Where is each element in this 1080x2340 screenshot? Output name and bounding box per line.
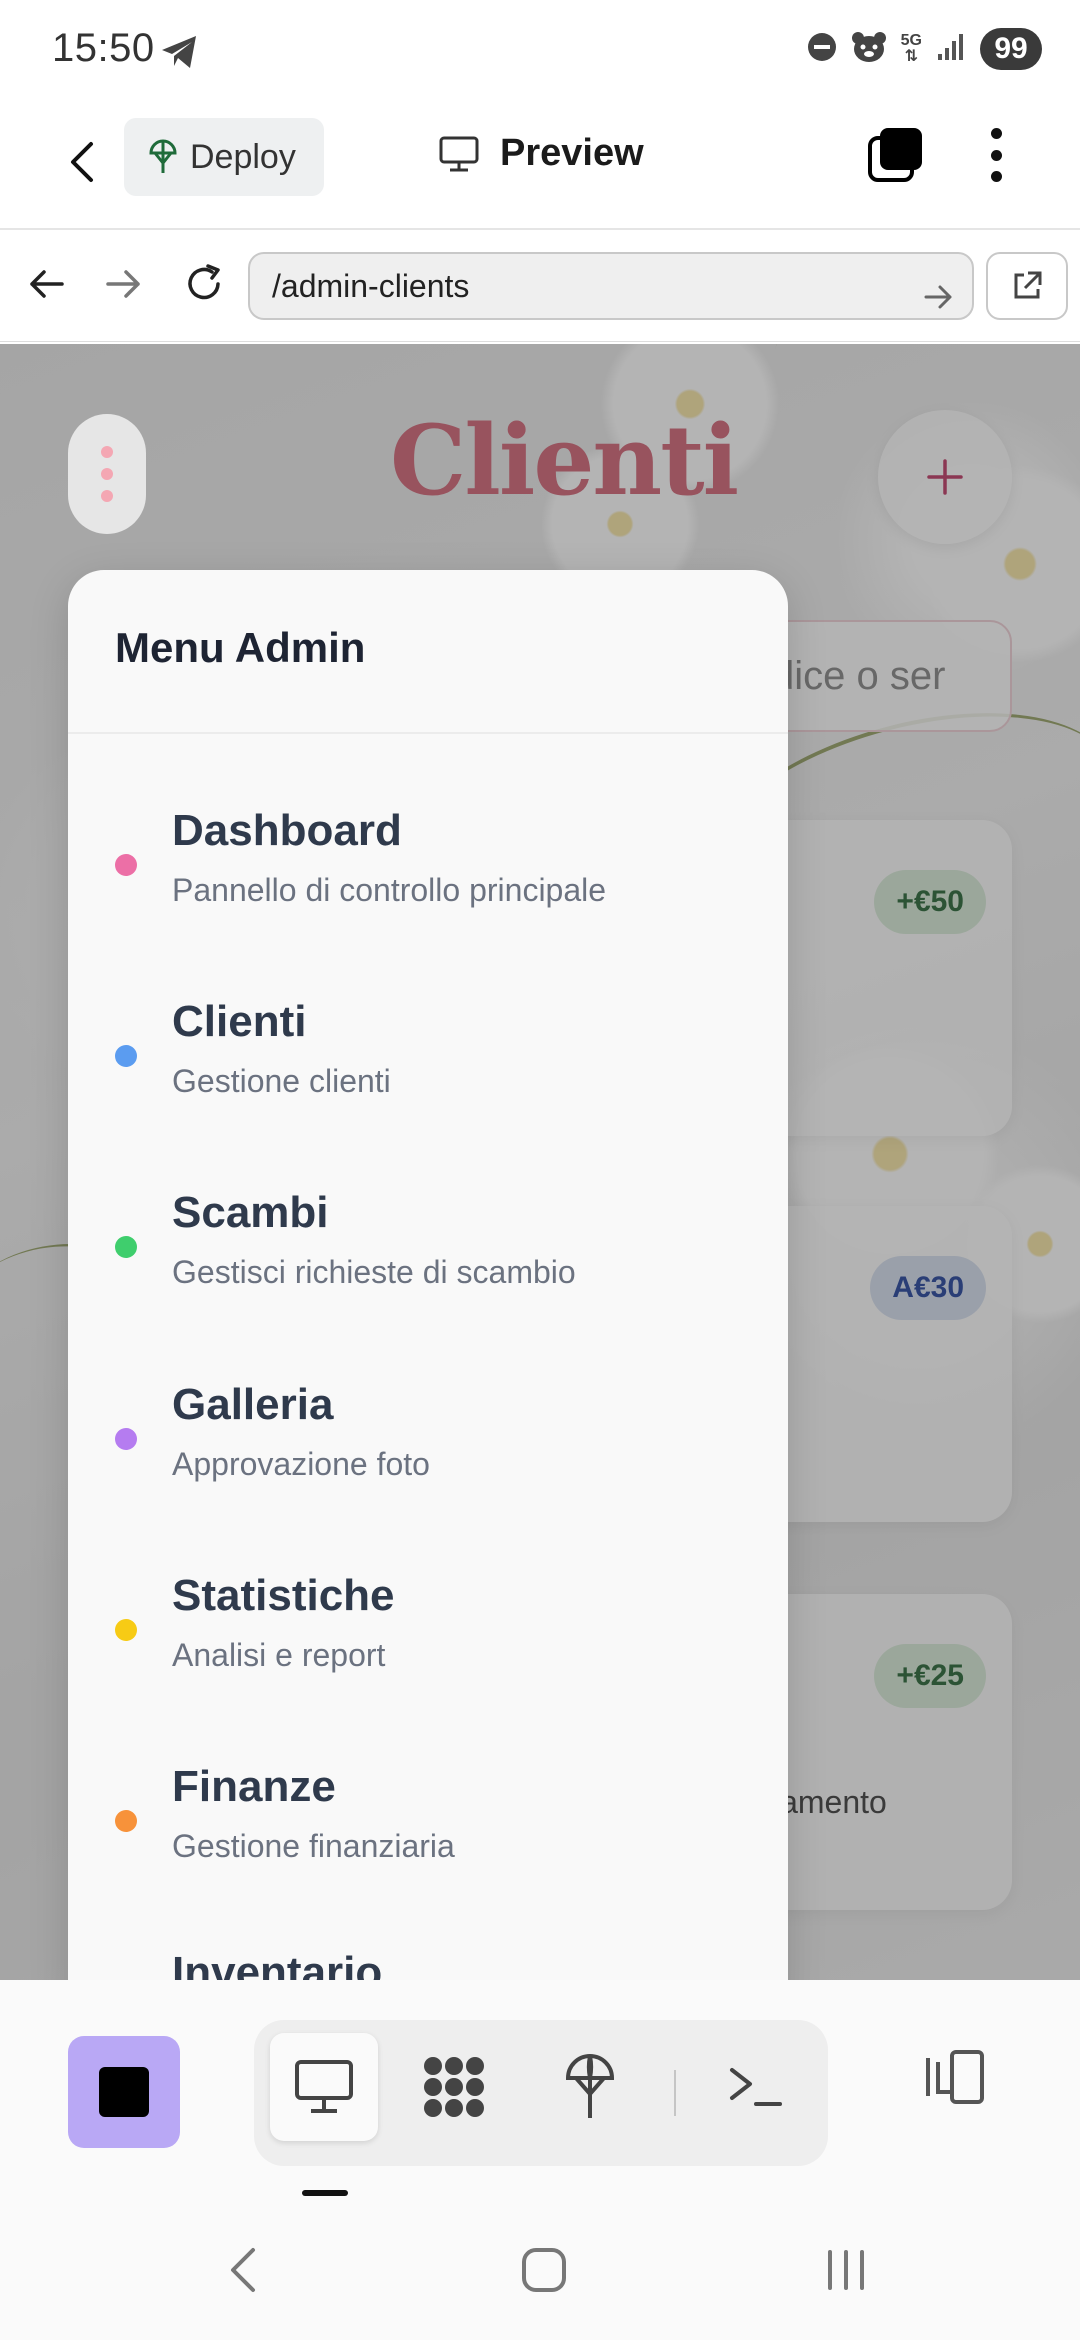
battery-indicator: 99 [980,28,1042,70]
more-options-button[interactable] [968,122,1024,188]
menu-item-dot [115,854,137,876]
tabs-button[interactable] [866,126,924,184]
stop-button[interactable] [68,2036,180,2148]
system-recents-icon [828,2250,864,2290]
menu-toggle-button[interactable] [68,414,146,534]
dnd-icon [807,32,837,67]
integrations-tool-button[interactable] [400,2033,508,2141]
menu-item-galleria[interactable]: Galleria Approvazione foto [68,1360,788,1510]
menu-item-finanze[interactable]: Finanze Gestione finanziaria [68,1742,788,1892]
menu-item-desc: Gestione clienti [172,1063,391,1099]
app-header: Deploy Preview [0,100,1080,230]
menu-item-clienti[interactable]: Clienti Gestione clienti [68,977,788,1127]
signal-icon [936,32,966,67]
chevron-left-icon [71,142,93,182]
menu-item-label: Statistiche [172,1571,395,1620]
tabs-icon [868,128,922,182]
status-time: 15:50 [52,26,155,70]
reload-icon [188,264,220,300]
integrations-icon [424,2057,484,2117]
web-content: Clienti dice o ser +€50 A€30 +€25 ppunta… [0,344,1080,1980]
menu-item-label: Finanze [172,1762,336,1811]
deploy-icon [149,139,177,173]
preview-tool-button[interactable] [270,2033,378,2141]
open-external-button[interactable] [986,252,1068,320]
rotate-device-icon [926,2050,984,2104]
more-dot-icon [990,171,1002,182]
system-back-button[interactable] [212,2240,272,2300]
external-link-icon [1014,271,1042,299]
terminal-tool-button[interactable] [702,2033,810,2141]
menu-item-inventario[interactable]: Inventario [68,1934,788,1980]
menu-item-desc: Analisi e report [172,1637,386,1673]
network-type: 5G ⇅ [900,32,922,65]
stop-icon [99,2067,149,2117]
admin-menu-drawer: Menu Admin Dashboard Pannello di control… [68,570,788,1980]
browser-back-button[interactable] [18,256,74,312]
menu-item-scambi[interactable]: Scambi Gestisci richieste di scambio [68,1168,788,1318]
toolbar-separator [674,2070,676,2116]
menu-item-label: Scambi [172,1188,329,1237]
menu-item-desc: Pannello di controllo principale [172,872,607,908]
arrow-left-icon [30,270,64,298]
preview-label: Preview [500,132,644,174]
deploy-icon [565,2053,615,2118]
menu-item-label: Galleria [172,1380,334,1429]
preview-icon [295,2060,353,2113]
arrow-right-icon [106,270,140,298]
menu-item-statistiche[interactable]: Statistiche Analisi e report [68,1551,788,1701]
status-bar: 15:50 5G ⇅ 99 [0,0,1080,100]
app-root: 15:50 5G ⇅ 99 Deploy Preview /admin-clie… [0,0,1080,2340]
active-tab-indicator [302,2190,348,2196]
system-back-icon [231,2248,255,2292]
menu-item-desc: Approvazione foto [172,1446,430,1482]
menu-item-dot [115,1428,137,1450]
menu-dot-icon [101,490,113,502]
url-text: /admin-clients [272,268,470,304]
browser-url-bar: /admin-clients [0,232,1080,342]
system-navigation-bar [0,2200,1080,2340]
preview-tab-title: Preview [438,132,644,175]
go-arrow-icon[interactable] [924,268,954,332]
system-home-button[interactable] [514,2240,574,2300]
menu-item-dot [115,1810,137,1832]
menu-dot-icon [101,446,113,458]
bear-icon [851,31,887,68]
back-button[interactable] [52,132,112,192]
tool-switcher [254,2020,828,2166]
drawer-title: Menu Admin [115,624,366,671]
rotate-device-button[interactable] [920,2042,990,2112]
terminal-icon [730,2068,782,2106]
browser-forward-button[interactable] [96,256,152,312]
more-dot-icon [990,128,1002,139]
status-icons: 5G ⇅ 99 [807,28,1042,70]
menu-item-dot [115,1045,137,1067]
drawer-divider [68,732,788,734]
menu-item-dashboard[interactable]: Dashboard Pannello di controllo principa… [68,786,788,936]
menu-item-label: Inventario [172,1948,383,1980]
menu-item-desc: Gestisci richieste di scambio [172,1254,576,1290]
deploy-tool-button[interactable] [536,2033,644,2141]
more-dot-icon [990,149,1002,161]
monitor-icon [439,136,479,171]
system-recents-button[interactable] [816,2240,876,2300]
data-arrows-icon: ⇅ [904,48,919,65]
url-input[interactable]: /admin-clients [248,252,974,320]
menu-item-dot [115,1619,137,1641]
system-home-icon [522,2248,566,2292]
browser-reload-button[interactable] [176,256,232,312]
deploy-button[interactable]: Deploy [124,118,324,196]
menu-item-dot [115,1236,137,1258]
telegram-icon [160,34,200,75]
bottom-toolbar [0,1980,1080,2200]
menu-item-label: Dashboard [172,806,402,855]
menu-dot-icon [101,468,113,480]
deploy-label: Deploy [190,137,296,176]
menu-item-desc: Gestione finanziaria [172,1828,455,1864]
menu-item-label: Clienti [172,997,307,1046]
